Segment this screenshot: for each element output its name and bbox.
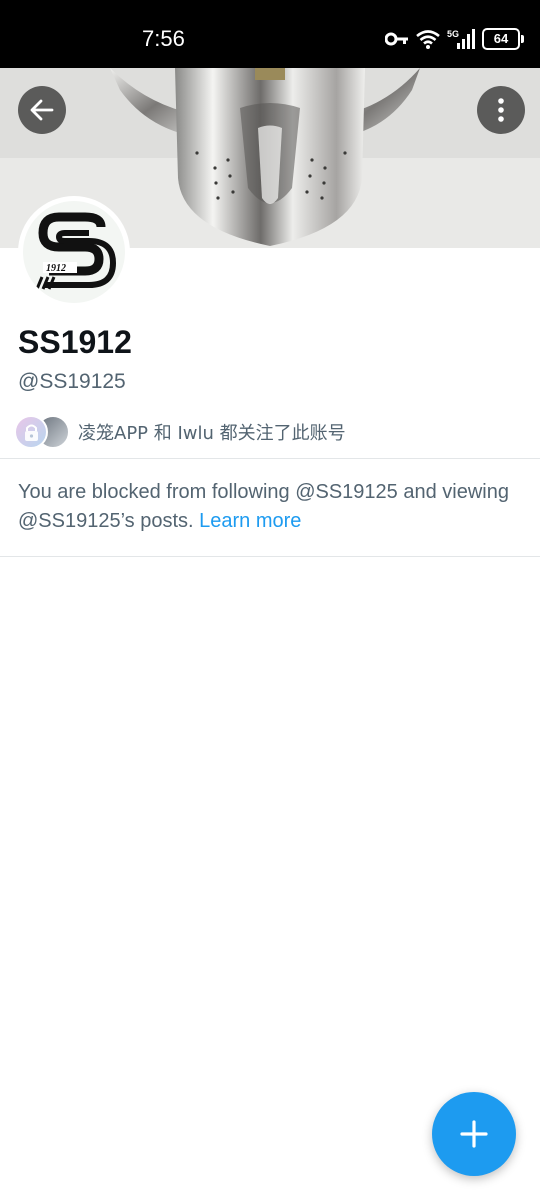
divider xyxy=(0,556,540,557)
plus-icon xyxy=(460,1120,488,1148)
divider xyxy=(0,458,540,459)
handle: @SS19125 xyxy=(18,370,126,393)
more-vertical-icon xyxy=(498,98,504,122)
compose-fab[interactable] xyxy=(432,1092,516,1176)
learn-more-link[interactable]: Learn more xyxy=(199,510,301,532)
logo-text: 1912 xyxy=(46,263,66,274)
lock-icon xyxy=(25,424,38,441)
status-icons: 5G 64 xyxy=(385,27,524,51)
avatar-logo: 1912 xyxy=(23,201,125,303)
status-bar: 7:56 5G 64 xyxy=(0,0,540,68)
status-time: 7:56 xyxy=(142,26,185,51)
followed-by-row[interactable]: 凌笼APP 和 Iwlu 都关注了此账号 xyxy=(14,412,346,452)
signal-5g-icon: 5G xyxy=(447,29,475,49)
more-options-button[interactable] xyxy=(477,86,525,134)
arrow-left-icon xyxy=(30,99,54,121)
blocked-message: You are blocked from following @SS19125 … xyxy=(18,478,518,536)
profile-avatar[interactable]: 1912 xyxy=(18,196,130,308)
network-type-text: 5G xyxy=(447,29,459,39)
follower-avatar xyxy=(14,415,48,449)
battery-indicator: 64 xyxy=(482,28,524,50)
key-icon xyxy=(385,32,408,46)
back-button[interactable] xyxy=(18,86,66,134)
followed-by-text: 凌笼APP 和 Iwlu 都关注了此账号 xyxy=(78,423,346,444)
ss-logo-icon: 1912 xyxy=(35,212,116,290)
wifi-icon xyxy=(416,30,440,49)
display-name: SS1912 xyxy=(18,324,132,360)
